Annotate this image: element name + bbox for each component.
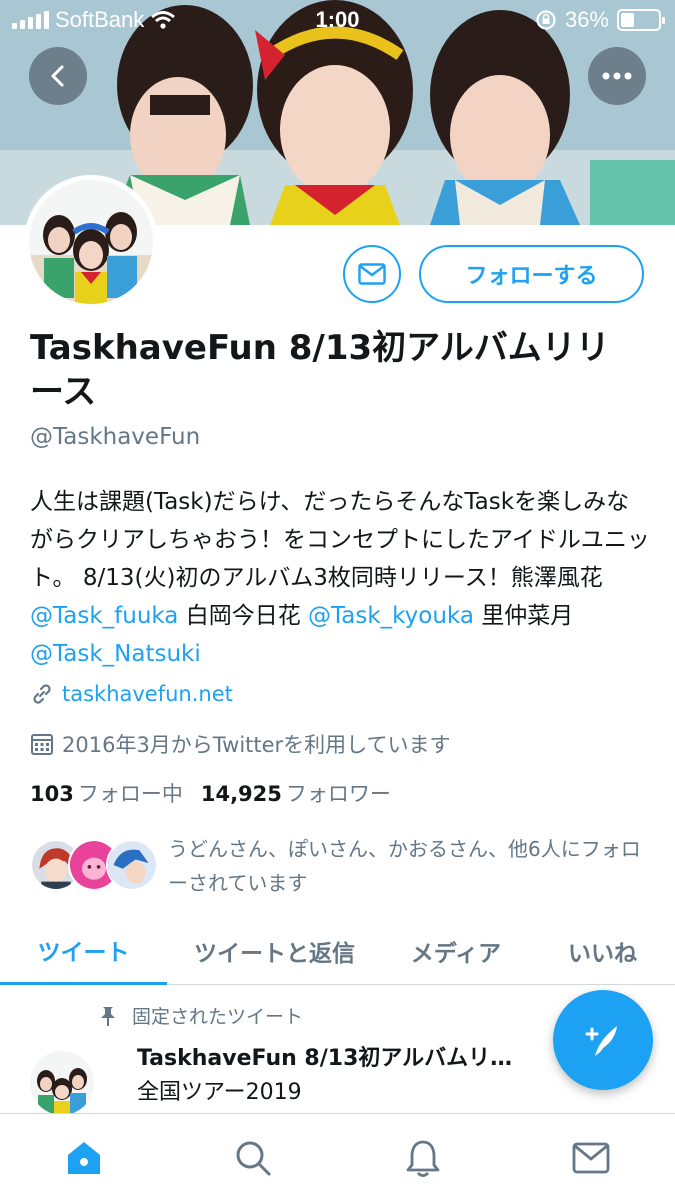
mention-link[interactable]: @Task_fuuka xyxy=(30,603,178,629)
mention-link[interactable]: @Task_Natsuki xyxy=(30,641,201,667)
back-button[interactable] xyxy=(29,47,87,105)
follow-button[interactable]: フォローする xyxy=(419,245,644,303)
nav-notifications[interactable] xyxy=(401,1136,445,1180)
followed-by[interactable]: うどんさん、ぽいさん、かおるさん、他6人にフォローされています xyxy=(30,832,650,896)
tweet-text: 全国ツアー2019 xyxy=(137,1080,302,1105)
followers-link[interactable]: 14,925 フォロワー xyxy=(201,778,391,808)
status-right: 36% xyxy=(535,7,665,33)
nav-home[interactable] xyxy=(62,1136,106,1180)
follow-counts: 103 フォロー中 14,925 フォロワー xyxy=(30,778,391,808)
followers-label: フォロワー xyxy=(285,782,391,806)
bottom-nav xyxy=(0,1113,675,1200)
compose-button[interactable] xyxy=(553,990,653,1090)
following-label: フォロー中 xyxy=(77,782,183,806)
more-button[interactable] xyxy=(588,47,646,105)
pinned-label-row: 固定されたツイート xyxy=(98,1002,303,1029)
pinned-label: 固定されたツイート xyxy=(132,1006,304,1028)
link-icon xyxy=(33,684,51,704)
follower-avatar xyxy=(106,839,158,891)
message-button[interactable] xyxy=(343,245,401,303)
battery-percent: 36% xyxy=(564,7,609,32)
bio-text: 白岡今日花 xyxy=(178,603,309,629)
website-row: taskhavefun.net xyxy=(30,682,233,706)
tab-media[interactable]: メディア xyxy=(382,917,530,985)
mention-link[interactable]: @Task_kyouka xyxy=(308,603,474,629)
bell-icon xyxy=(406,1140,440,1177)
compose-icon xyxy=(585,1026,617,1056)
tab-tweets-replies[interactable]: ツイートと返信 xyxy=(167,917,382,985)
website-link[interactable]: taskhavefun.net xyxy=(62,682,233,706)
back-icon xyxy=(51,65,64,87)
tweet-avatar[interactable] xyxy=(30,1051,94,1113)
bio-text: 里仲菜月 xyxy=(473,603,574,629)
profile-bio: 人生は課題(Task)だらけ、だったらそんなTaskを楽しみながらクリアしちゃお… xyxy=(30,483,650,673)
following-count: 103 xyxy=(30,782,74,806)
bio-text: 人生は課題(Task)だらけ、だったらそんなTaskを楽しみながらクリアしちゃお… xyxy=(30,489,650,591)
battery-fill xyxy=(621,13,634,27)
followed-by-text: うどんさん、ぽいさん、かおるさん、他6人にフォローされています xyxy=(168,837,641,895)
rotation-lock-icon xyxy=(536,10,556,30)
calendar-icon xyxy=(31,734,53,755)
nav-messages[interactable] xyxy=(569,1136,613,1180)
avatar-photo xyxy=(29,180,153,304)
profile-avatar[interactable] xyxy=(24,175,158,309)
followers-count: 14,925 xyxy=(200,782,282,806)
tweet-author: TaskhaveFun 8/13初アルバムリ… xyxy=(137,1046,513,1071)
status-bar: SoftBank 1:00 36% xyxy=(0,0,675,40)
search-icon xyxy=(236,1141,271,1176)
profile-tabs: ツイート ツイートと返信 メディア いいね xyxy=(0,917,675,985)
home-icon xyxy=(68,1142,100,1174)
nav-search[interactable] xyxy=(231,1136,275,1180)
battery-icon xyxy=(617,9,665,31)
following-link[interactable]: 103 フォロー中 xyxy=(30,778,183,808)
profile-handle: @TaskhaveFun xyxy=(30,424,201,450)
more-icon xyxy=(602,72,632,80)
joined-date: 2016年3月からTwitterを利用しています xyxy=(62,733,451,757)
mail-icon xyxy=(358,263,386,285)
profile-name: TaskhaveFun 8/13初アルバムリリース xyxy=(30,328,610,412)
joined-row: 2016年3月からTwitterを利用しています xyxy=(30,729,451,759)
pin-icon xyxy=(101,1006,115,1026)
tweet-avatar-photo xyxy=(30,1051,94,1113)
tab-tweets[interactable]: ツイート xyxy=(0,917,167,985)
tab-likes[interactable]: いいね xyxy=(530,917,675,985)
mail-icon xyxy=(572,1142,610,1174)
